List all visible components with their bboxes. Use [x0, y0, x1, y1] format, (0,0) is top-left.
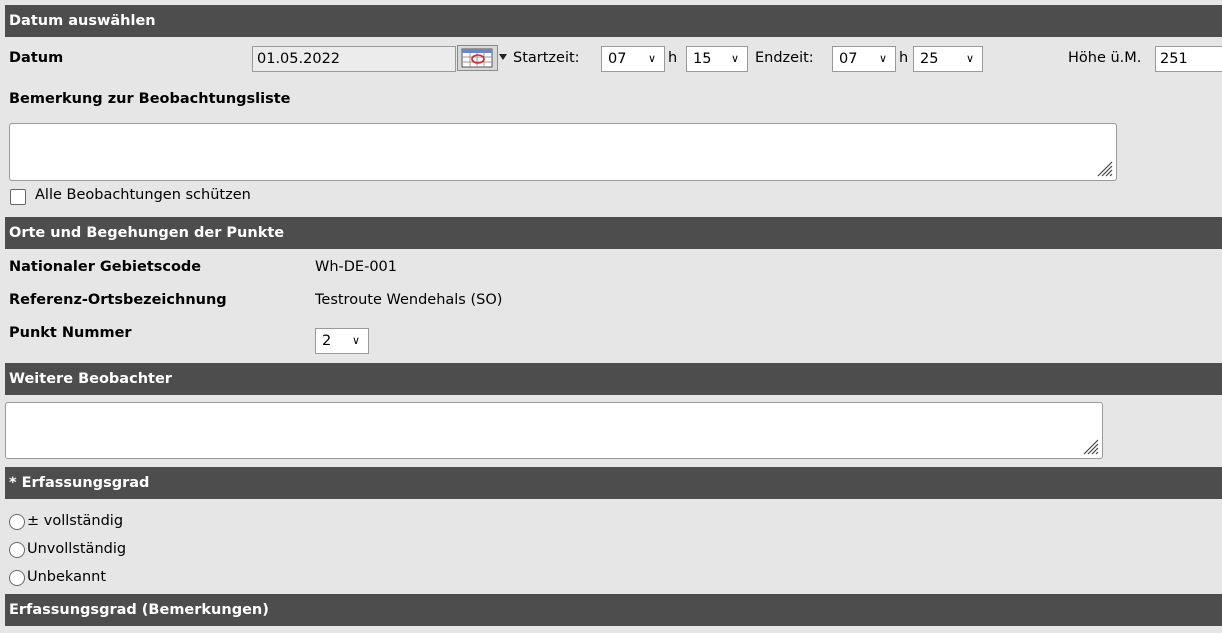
start-min-value: 15 [693, 51, 712, 67]
start-h-label: h [668, 50, 678, 66]
section-header-erfassungsgrad: * Erfassungsgrad [5, 467, 1222, 499]
schutz-checkbox[interactable] [10, 189, 26, 205]
start-hour-value: 07 [608, 51, 627, 67]
endzeit-label: Endzeit: [755, 50, 814, 66]
section-header-orte: Orte und Begehungen der Punkte [5, 217, 1222, 249]
radio-label-unvollstaendig: Unvollständig [27, 541, 127, 557]
radio-label-vollstaendig: ± vollständig [27, 513, 124, 529]
chevron-down-icon: ∨ [730, 52, 739, 65]
hoehe-input[interactable]: 251 [1155, 46, 1222, 72]
end-hour-select[interactable]: 07 ∨ [832, 46, 896, 72]
radio-unbekannt[interactable] [9, 570, 25, 586]
hoehe-label: Höhe ü.M. [1068, 50, 1142, 66]
referenz-label: Referenz-Ortsbezeichnung [9, 292, 227, 308]
resize-handle-icon[interactable] [1081, 437, 1099, 455]
datum-input[interactable]: 01.05.2022 [252, 46, 456, 72]
chevron-down-icon: ∨ [965, 52, 974, 65]
chevron-down-icon: ∨ [878, 52, 887, 65]
referenz-value: Testroute Wendehals (SO) [315, 292, 503, 308]
radio-label-unbekannt: Unbekannt [27, 569, 107, 585]
section-header-datum: Datum auswählen [5, 5, 1222, 37]
resize-handle-icon[interactable] [1095, 159, 1113, 177]
end-h-label: h [899, 50, 909, 66]
start-min-select[interactable]: 15 ∨ [686, 46, 748, 72]
chevron-down-icon: ∨ [351, 334, 360, 347]
section-header-beobachter: Weitere Beobachter [5, 363, 1222, 395]
schutz-label: Alle Beobachtungen schützen [35, 187, 251, 203]
chevron-down-icon: ∨ [647, 52, 656, 65]
radio-unvollstaendig[interactable] [9, 542, 25, 558]
punkt-select[interactable]: 2 ∨ [315, 328, 369, 354]
end-hour-value: 07 [839, 51, 858, 67]
gebietscode-value: Wh-DE-001 [315, 259, 397, 275]
end-min-value: 25 [920, 51, 939, 67]
datum-label: Datum [9, 50, 64, 66]
startzeit-label: Startzeit: [513, 50, 580, 66]
calendar-button[interactable] [457, 45, 509, 71]
end-min-select[interactable]: 25 ∨ [913, 46, 983, 72]
bemerkung-label: Bemerkung zur Beobachtungsliste [9, 91, 291, 107]
calendar-icon [457, 45, 507, 71]
punkt-label: Punkt Nummer [9, 325, 132, 341]
punkt-value: 2 [322, 333, 332, 349]
start-hour-select[interactable]: 07 ∨ [601, 46, 665, 72]
bemerkung-textarea[interactable] [9, 123, 1117, 181]
beobachter-textarea[interactable] [5, 402, 1103, 459]
section-header-erfassung-bemerkungen: Erfassungsgrad (Bemerkungen) [5, 594, 1222, 626]
gebietscode-label: Nationaler Gebietscode [9, 259, 202, 275]
radio-vollstaendig[interactable] [9, 514, 25, 530]
